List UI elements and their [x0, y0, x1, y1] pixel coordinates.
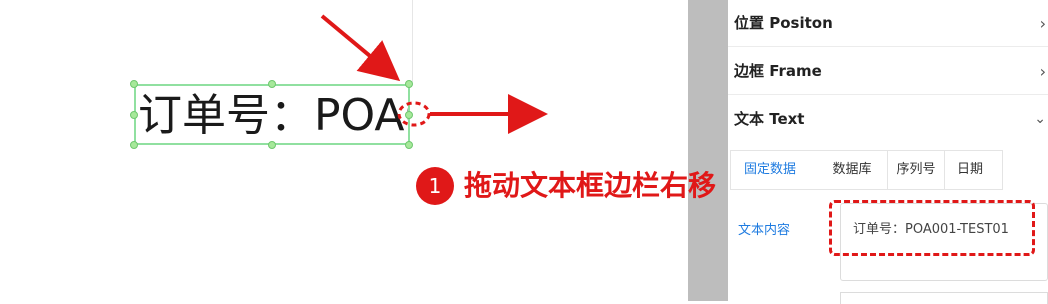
- highlight-dashed-box: [829, 200, 1035, 256]
- resize-handle-top-left[interactable]: [130, 80, 138, 88]
- text-content-label: 文本内容: [738, 223, 791, 238]
- text-source-tabs: 固定数据 数据库 序列号 日期: [730, 150, 1003, 190]
- tab-separator: [1002, 151, 1003, 189]
- resize-handle-bottom-center[interactable]: [268, 141, 276, 149]
- section-title: 位置 Positon: [734, 14, 833, 32]
- text-box-content: 订单号：POA001-TEST01: [138, 90, 410, 141]
- section-position[interactable]: 位置 Positon ›: [728, 0, 1048, 47]
- chevron-down-icon: ⌄: [1034, 111, 1046, 127]
- step-badge: 1: [416, 167, 454, 205]
- resize-handle-middle-right[interactable]: [405, 111, 413, 119]
- resize-handle-top-center[interactable]: [268, 80, 276, 88]
- resize-handle-middle-left[interactable]: [130, 111, 138, 119]
- chevron-right-icon: ›: [1039, 62, 1046, 81]
- tab-fixed-data[interactable]: 固定数据: [731, 151, 809, 189]
- section-title: 文本 Text: [734, 110, 805, 128]
- canvas-divider: [412, 0, 413, 82]
- tab-date[interactable]: 日期: [945, 151, 995, 189]
- tab-database[interactable]: 数据库: [817, 151, 887, 189]
- section-title: 边框 Frame: [734, 62, 822, 80]
- chevron-right-icon: ›: [1039, 14, 1046, 33]
- resize-handle-bottom-left[interactable]: [130, 141, 138, 149]
- resize-handle-top-right[interactable]: [405, 80, 413, 88]
- design-canvas[interactable]: 订单号：POA001-TEST01: [0, 0, 688, 301]
- resize-handle-bottom-right[interactable]: [405, 141, 413, 149]
- next-field-input[interactable]: [840, 292, 1048, 304]
- tab-serial-number[interactable]: 序列号: [888, 151, 944, 189]
- selected-text-box[interactable]: 订单号：POA001-TEST01: [134, 84, 410, 145]
- section-frame[interactable]: 边框 Frame ›: [728, 48, 1048, 95]
- annotation-caption: 拖动文本框边栏右移: [464, 169, 717, 202]
- section-text[interactable]: 文本 Text ⌄: [728, 96, 1048, 143]
- panel-gutter: [688, 0, 728, 301]
